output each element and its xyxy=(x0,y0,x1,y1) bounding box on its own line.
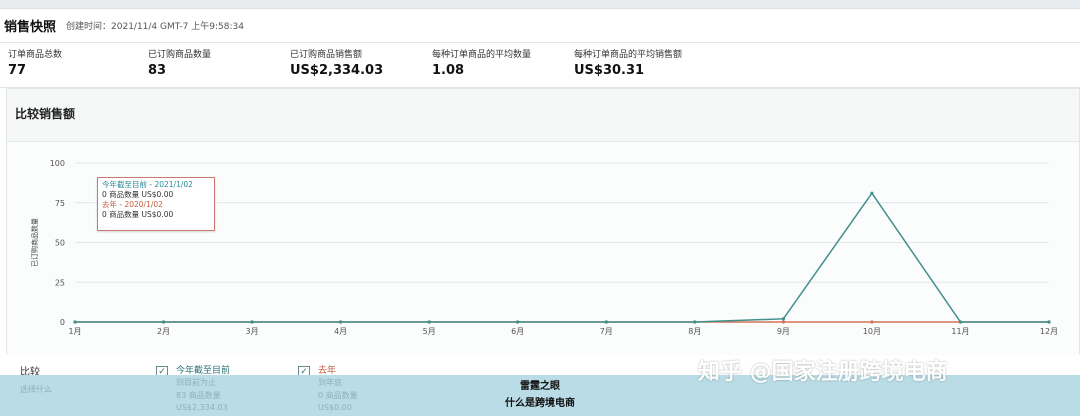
chart-tooltip: 今年截至目前 - 2021/1/02 0 商品数量 US$0.00 去年 - 2… xyxy=(97,177,215,231)
y-axis-label: 已订购商品数量 xyxy=(30,218,39,267)
tooltip-last-year-title: 去年 - 2020/1/02 xyxy=(102,200,163,209)
x-tick-label: 8月 xyxy=(688,327,701,336)
y-tick-label: 0 xyxy=(60,318,65,327)
metric-label: 已订购商品销售额 xyxy=(290,50,363,60)
metric-total-order-items: 订单商品总数 77 xyxy=(8,47,62,78)
data-point xyxy=(781,320,785,324)
data-point xyxy=(870,320,874,324)
y-tick-label: 100 xyxy=(50,159,65,168)
x-tick-label: 4月 xyxy=(334,327,347,336)
metric-units-ordered: 已订购商品数量 83 xyxy=(148,47,211,78)
x-tick-label: 2月 xyxy=(157,327,170,336)
data-point xyxy=(516,320,520,324)
chart-plot-area: 0 25 50 75 100 1月 2月 3月 4月 5月 6月 7月 8月 9月 10月 11月 12月 已订购… xyxy=(7,141,1079,355)
y-tick-label: 25 xyxy=(55,278,65,287)
x-tick-label: 10月 xyxy=(863,327,881,336)
tooltip-ytd-title: 今年截至目前 - 2021/1/02 xyxy=(102,180,193,189)
data-point xyxy=(1047,320,1051,324)
data-point xyxy=(250,320,254,324)
metric-avg-sales: 每种订单商品的平均销售额 US$30.31 xyxy=(574,47,682,78)
metric-label: 订单商品总数 xyxy=(8,50,63,60)
tooltip-ytd-value: 0 商品数量 US$0.00 xyxy=(102,190,174,199)
page-header: 销售快照 创建时间：2021/11/4 GMT-7 上午9:58:34 xyxy=(0,8,1080,42)
metric-ordered-sales: 已订购商品销售额 US$2,334.03 xyxy=(290,47,383,78)
data-point xyxy=(958,320,963,324)
x-tick-label: 11月 xyxy=(951,327,969,336)
metric-value: 77 xyxy=(8,63,27,78)
x-tick-label: 7月 xyxy=(600,327,613,336)
metric-value: US$2,334.03 xyxy=(290,63,384,78)
data-point xyxy=(73,320,77,324)
x-tick-label: 5月 xyxy=(423,327,436,336)
x-tick-label: 9月 xyxy=(777,327,790,336)
data-point xyxy=(161,320,166,324)
watermark-text: 知乎 @国家注册跨境电商 xyxy=(698,360,948,385)
data-point xyxy=(604,320,608,324)
y-tick-label: 50 xyxy=(55,239,65,248)
sales-line-chart: 0 25 50 75 100 1月 2月 3月 4月 5月 6月 7月 8月 9月 10月 11月 12月 已订购… xyxy=(30,159,1058,336)
metric-label: 每种订单商品的平均销售额 xyxy=(574,50,683,60)
data-point xyxy=(427,320,431,324)
metrics-bar: 订单商品总数 77 已订购商品数量 83 已订购商品销售额 US$2,334.0… xyxy=(0,42,1080,88)
x-tick-label: 12月 xyxy=(1040,327,1058,336)
data-point xyxy=(870,191,874,195)
x-tick-label: 1月 xyxy=(68,327,81,336)
metric-label: 已订购商品数量 xyxy=(148,50,212,60)
data-point xyxy=(693,320,697,324)
metric-value: 1.08 xyxy=(432,63,465,78)
data-point xyxy=(339,320,343,324)
data-point xyxy=(781,317,785,321)
metric-value: 83 xyxy=(148,63,167,78)
metric-value: US$30.31 xyxy=(574,63,645,78)
caption-line-2: 什么是跨境电商 xyxy=(505,398,575,409)
page-title: 销售快照 xyxy=(4,19,57,35)
x-tick-label: 6月 xyxy=(511,327,524,336)
x-tick-label: 3月 xyxy=(246,327,259,336)
tooltip-last-year-value: 0 商品数量 US$0.00 xyxy=(102,210,174,219)
metric-label: 每种订单商品的平均数量 xyxy=(432,50,532,60)
metric-avg-units: 每种订单商品的平均数量 1.08 xyxy=(432,47,531,78)
created-time: 创建时间：2021/11/4 GMT-7 上午9:58:34 xyxy=(66,21,244,32)
y-tick-label: 75 xyxy=(55,199,65,208)
chart-section-title: 比较销售额 xyxy=(15,107,76,121)
series-line xyxy=(75,191,1049,323)
